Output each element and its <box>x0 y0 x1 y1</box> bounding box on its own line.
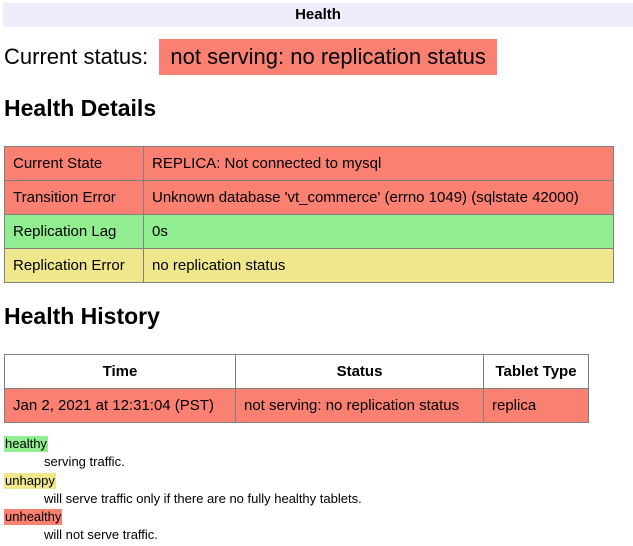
current-status-label: Current status: <box>4 44 148 69</box>
legend-definition: will not serve traffic. <box>44 527 633 543</box>
health-history-heading: Health History <box>4 303 633 330</box>
history-cell-status: not serving: no replication status <box>236 389 484 423</box>
status-legend: healthy serving traffic. unhappy will se… <box>4 436 633 544</box>
detail-label: Replication Error <box>5 249 144 283</box>
legend-term: unhealthy <box>4 509 633 525</box>
health-page: Health Current status: not serving: no r… <box>3 3 633 544</box>
detail-row: Replication Lag 0s <box>5 215 614 249</box>
legend-term-unhealthy: unhealthy <box>4 509 62 525</box>
history-column-time: Time <box>5 355 236 389</box>
history-cell-tablet-type: replica <box>484 389 589 423</box>
legend-term: unhappy <box>4 473 633 489</box>
detail-label: Transition Error <box>5 181 144 215</box>
history-cell-time: Jan 2, 2021 at 12:31:04 (PST) <box>5 389 236 423</box>
legend-term-healthy: healthy <box>4 436 48 452</box>
detail-label: Replication Lag <box>5 215 144 249</box>
history-column-status: Status <box>236 355 484 389</box>
detail-value: Unknown database 'vt_commerce' (errno 10… <box>144 181 614 215</box>
detail-value: REPLICA: Not connected to mysql <box>144 147 614 181</box>
history-column-tablet-type: Tablet Type <box>484 355 589 389</box>
current-status-value: not serving: no replication status <box>159 39 497 75</box>
legend-definition: will serve traffic only if there are no … <box>44 491 633 507</box>
history-row: Jan 2, 2021 at 12:31:04 (PST) not servin… <box>5 389 589 423</box>
page-header: Health <box>3 3 633 27</box>
health-details-table: Current State REPLICA: Not connected to … <box>4 146 614 283</box>
detail-value: 0s <box>144 215 614 249</box>
legend-definition: serving traffic. <box>44 454 633 470</box>
detail-row: Transition Error Unknown database 'vt_co… <box>5 181 614 215</box>
page-title: Health <box>295 6 341 23</box>
legend-term-unhappy: unhappy <box>4 473 56 489</box>
legend-term: healthy <box>4 436 633 452</box>
detail-value: no replication status <box>144 249 614 283</box>
health-history-table: Time Status Tablet Type Jan 2, 2021 at 1… <box>4 354 589 423</box>
detail-row: Replication Error no replication status <box>5 249 614 283</box>
detail-row: Current State REPLICA: Not connected to … <box>5 147 614 181</box>
detail-label: Current State <box>5 147 144 181</box>
history-header-row: Time Status Tablet Type <box>5 355 589 389</box>
health-details-heading: Health Details <box>4 95 633 122</box>
current-status-line: Current status: not serving: no replicat… <box>4 39 633 75</box>
